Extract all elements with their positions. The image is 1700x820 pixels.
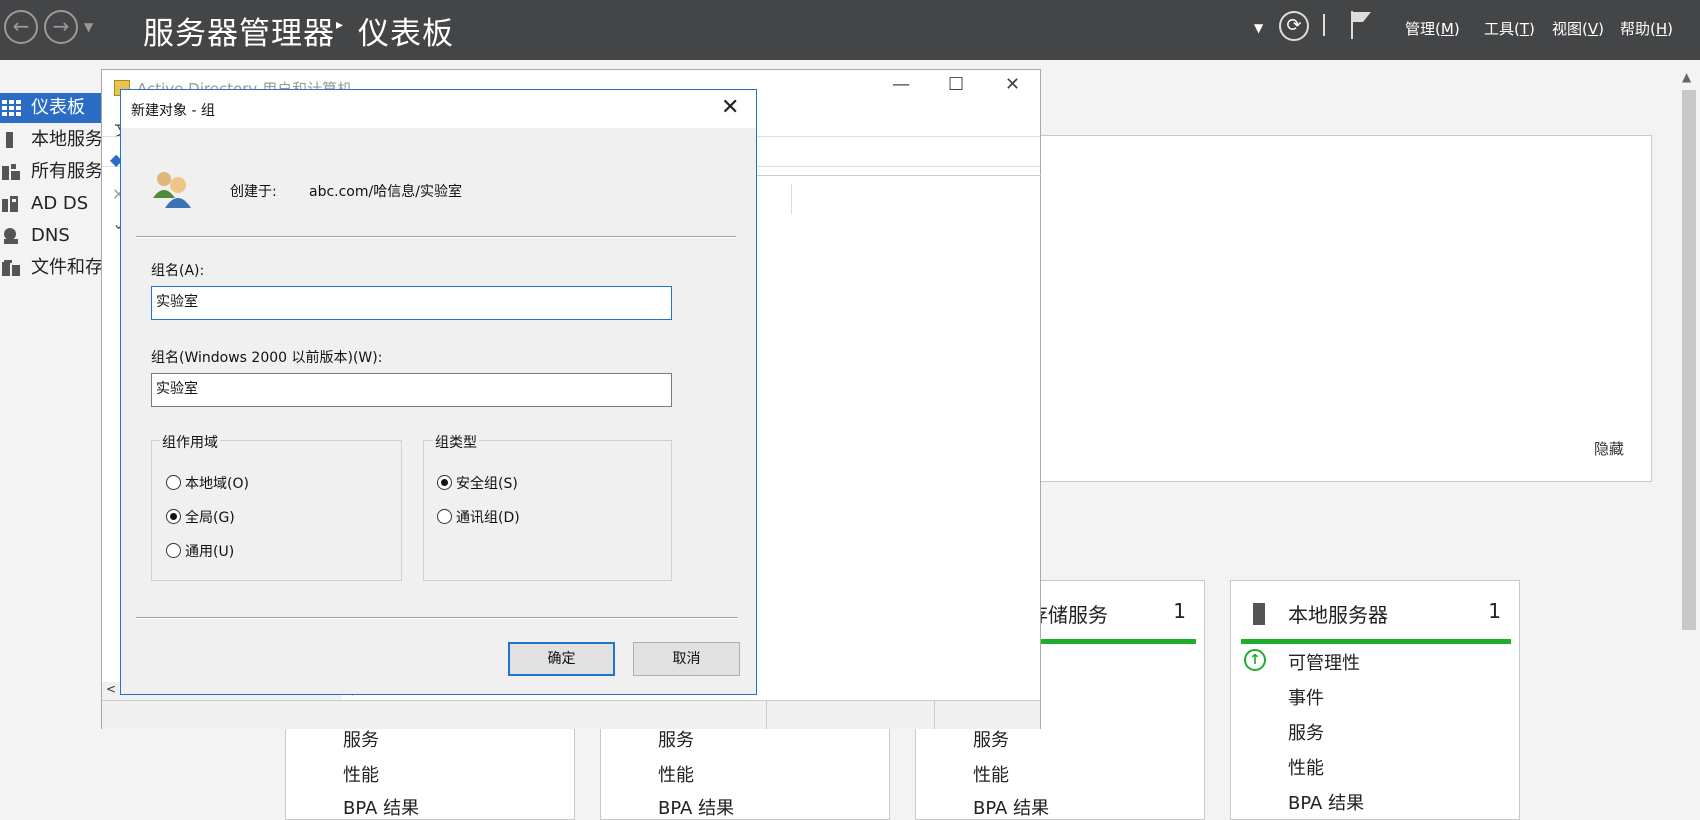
tile-row[interactable]: BPA 结果: [658, 794, 734, 820]
radio-label: 全局(G): [185, 510, 235, 526]
menu-tools[interactable]: 工具(T): [1484, 18, 1535, 39]
radio-label: 通用(U): [185, 544, 235, 560]
notification-dropdown-icon[interactable]: ▼: [1254, 21, 1263, 35]
tile-count: 1: [1488, 599, 1501, 623]
radio-button[interactable]: [166, 543, 181, 558]
dns-icon: [4, 228, 18, 244]
group-type-legend: 组类型: [433, 432, 479, 452]
back-button[interactable]: ←: [4, 10, 38, 44]
tile-title: 本地服务器: [1288, 603, 1388, 627]
radio-button[interactable]: [437, 475, 452, 490]
dashboard-icon: [2, 100, 21, 116]
cancel-button[interactable]: 取消: [633, 642, 740, 676]
tile-row[interactable]: BPA 结果: [1288, 789, 1364, 815]
group-icon: [153, 172, 191, 208]
ok-button[interactable]: 确定: [508, 642, 615, 676]
group-name-pre2000-label: 组名(Windows 2000 以前版本)(W):: [151, 350, 383, 366]
column-divider: [791, 184, 792, 214]
radio-label: 本地域(O): [185, 476, 249, 492]
scroll-left-icon[interactable]: <: [106, 682, 116, 696]
radio-button[interactable]: [437, 509, 452, 524]
radio-label: 通讯组(D): [456, 510, 520, 526]
group-name-pre2000-input[interactable]: 实验室: [151, 373, 672, 407]
sidebar-item-label: 文件和存: [31, 257, 103, 278]
created-in-value: abc.com/哈信息/实验室: [309, 184, 462, 200]
status-divider: [766, 701, 767, 729]
local-server-tile[interactable]: 本地服务器 1 ↑ 可管理性 事件 服务 性能 BPA 结果: [1230, 580, 1520, 820]
maximize-button[interactable]: ☐: [948, 74, 964, 95]
hide-welcome-link[interactable]: 隐藏: [1594, 438, 1624, 459]
tile-row[interactable]: 服务: [973, 726, 1009, 752]
tile-row[interactable]: 性能: [973, 761, 1009, 787]
close-icon[interactable]: ✕: [721, 94, 739, 122]
tile-row[interactable]: 事件: [1288, 684, 1324, 710]
sidebar-item-label: 仪表板: [31, 97, 85, 118]
status-bar: [102, 700, 1040, 729]
sidebar-item-all-servers[interactable]: 所有服务: [0, 157, 110, 187]
dialog-titlebar: 新建对象 - 组 ✕: [121, 90, 756, 128]
tile-row[interactable]: 服务: [658, 726, 694, 752]
status-divider: [934, 701, 935, 729]
divider: [136, 617, 738, 619]
page-title: 仪表板: [358, 16, 454, 52]
server-icon: [6, 132, 13, 148]
tile-row[interactable]: 服务: [343, 726, 379, 752]
tile-row[interactable]: 性能: [343, 761, 379, 787]
sidebar-item-ad-ds[interactable]: AD DS: [0, 189, 110, 219]
new-group-dialog: 新建对象 - 组 ✕ 创建于: abc.com/哈信息/实验室 组名(A): 实…: [120, 89, 757, 695]
arrow-left-icon: ←: [12, 14, 30, 38]
server-icon: [1253, 603, 1265, 625]
welcome-panel: [1000, 135, 1652, 482]
sidebar-item-label: AD DS: [31, 193, 89, 214]
sidebar-item-dns[interactable]: DNS: [0, 221, 110, 251]
refresh-button[interactable]: ⟳: [1279, 11, 1309, 41]
tile-row[interactable]: 性能: [1288, 754, 1324, 780]
menu-help[interactable]: 帮助(H): [1620, 18, 1673, 39]
ad-ds-icon: [2, 196, 18, 212]
group-name-label: 组名(A):: [151, 263, 205, 279]
minimize-button[interactable]: —: [892, 74, 910, 95]
group-name-input[interactable]: 实验室: [151, 286, 672, 320]
radio-button[interactable]: [166, 509, 181, 524]
breadcrumb-separator-icon: ▸: [336, 17, 344, 33]
created-in-label: 创建于:: [230, 184, 277, 200]
status-up-icon: ↑: [1244, 649, 1266, 671]
close-button[interactable]: ✕: [1005, 74, 1020, 95]
tile-row[interactable]: 可管理性: [1288, 649, 1360, 675]
sidebar-item-file-storage[interactable]: 文件和存: [0, 253, 110, 283]
arrow-right-icon: →: [52, 14, 70, 38]
title-bar: ← → ▼ 服务器管理器 ▸ 仪表板 ▼ ⟳ 管理(M) 工具(T) 视图(V)…: [0, 0, 1700, 60]
group-scope-legend: 组作用域: [160, 432, 220, 452]
status-bar: [1241, 639, 1511, 644]
tile-row[interactable]: 服务: [1288, 719, 1324, 745]
sidebar-item-dashboard[interactable]: 仪表板: [0, 93, 110, 123]
sidebar-item-label: DNS: [31, 225, 70, 246]
radio-label: 安全组(S): [456, 476, 518, 492]
notification-flag-icon[interactable]: [1349, 9, 1373, 41]
menu-manage[interactable]: 管理(M): [1405, 18, 1460, 39]
tile-row[interactable]: 性能: [658, 761, 694, 787]
app-title: 服务器管理器: [143, 16, 335, 52]
history-dropdown-icon[interactable]: ▼: [84, 20, 93, 34]
tile-count: 1: [1173, 599, 1186, 623]
sidebar-item-local-server[interactable]: 本地服务: [0, 125, 110, 155]
sidebar-item-label: 所有服务: [31, 161, 103, 182]
dialog-title: 新建对象 - 组: [131, 103, 215, 119]
tile-row[interactable]: BPA 结果: [343, 794, 419, 820]
sidebar-item-label: 本地服务: [31, 129, 103, 150]
tile-row[interactable]: BPA 结果: [973, 794, 1049, 820]
forward-button[interactable]: →: [44, 10, 78, 44]
refresh-icon: ⟳: [1286, 15, 1302, 36]
toolbar-divider: [1323, 14, 1325, 36]
vertical-scrollbar[interactable]: ▲: [1678, 66, 1700, 808]
scrollbar-thumb[interactable]: [1682, 90, 1696, 630]
divider: [136, 236, 736, 238]
radio-button[interactable]: [166, 475, 181, 490]
scroll-up-icon[interactable]: ▲: [1682, 70, 1691, 84]
menu-view[interactable]: 视图(V): [1552, 18, 1604, 39]
file-storage-icon: [2, 260, 20, 276]
servers-icon: [2, 164, 20, 180]
